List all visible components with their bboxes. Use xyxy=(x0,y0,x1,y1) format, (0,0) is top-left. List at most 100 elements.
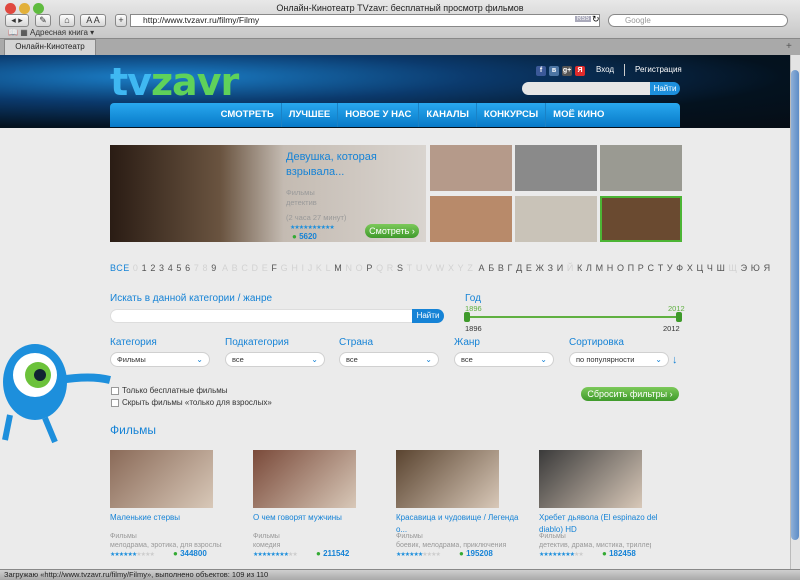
alpha-letter[interactable]: Е xyxy=(526,263,533,273)
text-size-button[interactable]: A A xyxy=(80,14,106,27)
carousel-thumb-active[interactable] xyxy=(600,196,682,242)
add-bookmark-icon[interactable]: + xyxy=(115,14,127,27)
back-forward-button[interactable]: ◂ ▸ xyxy=(5,14,29,27)
alpha-letter[interactable]: H xyxy=(291,263,298,273)
alpha-letter[interactable]: Ц xyxy=(697,263,704,273)
alpha-letter[interactable]: Т xyxy=(658,263,664,273)
filter-select[interactable]: по популярности ⌄ xyxy=(569,352,669,367)
sort-direction-icon[interactable]: ↓ xyxy=(672,354,678,366)
alpha-letter[interactable]: 0 xyxy=(133,263,139,273)
google-search-input[interactable]: Google xyxy=(608,14,788,27)
new-tab-icon[interactable]: + xyxy=(786,41,792,52)
alpha-letter[interactable]: 5 xyxy=(176,263,182,273)
movie-title[interactable]: О чем говорят мужчины xyxy=(253,512,388,524)
alpha-letter[interactable]: С xyxy=(648,263,655,273)
register-link[interactable]: Регистрация xyxy=(635,65,682,74)
movie-poster[interactable] xyxy=(253,450,356,508)
alpha-letter[interactable]: J xyxy=(308,263,313,273)
alpha-letter[interactable]: 2 xyxy=(150,263,156,273)
filter-select[interactable]: все ⌄ xyxy=(225,352,325,367)
alpha-letter[interactable]: E xyxy=(262,263,269,273)
alpha-letter[interactable]: Ю xyxy=(751,263,761,273)
alpha-letter[interactable]: Й xyxy=(567,263,574,273)
alpha-letter[interactable]: Р xyxy=(638,263,645,273)
filter-select[interactable]: все ⌄ xyxy=(454,352,554,367)
grid-icon[interactable]: ▦ xyxy=(20,28,28,37)
carousel-thumb[interactable] xyxy=(515,145,597,191)
alpha-letter[interactable]: Ш xyxy=(717,263,726,273)
nav-my-movies[interactable]: МОЁ КИНО xyxy=(546,103,611,127)
tab-active[interactable]: Онлайн-Кинотеатр TVzavr: бесп... xyxy=(4,39,96,65)
reload-icon[interactable]: ↻ xyxy=(592,14,600,25)
rss-badge[interactable]: RSS xyxy=(575,16,592,22)
alpha-letter[interactable]: Б xyxy=(488,263,494,273)
movie-poster[interactable] xyxy=(539,450,642,508)
facebook-icon[interactable]: f xyxy=(536,66,546,76)
year-slider-track[interactable] xyxy=(467,316,679,318)
year-slider-max-handle[interactable] xyxy=(676,312,682,322)
site-search-button[interactable]: Найти xyxy=(650,82,680,95)
alpha-letter[interactable]: 3 xyxy=(159,263,165,273)
alpha-letter[interactable]: 1 xyxy=(142,263,148,273)
alpha-letter[interactable]: Q xyxy=(376,263,384,273)
alpha-letter[interactable]: К xyxy=(577,263,583,273)
alpha-letter[interactable]: П xyxy=(628,263,635,273)
book-icon[interactable]: 📖 xyxy=(8,28,18,37)
alpha-letter[interactable]: W xyxy=(436,263,445,273)
google-plus-icon[interactable]: g+ xyxy=(562,66,572,76)
site-logo[interactable]: tvzavr xyxy=(110,60,239,104)
address-book-link[interactable]: Адресная книга ▾ xyxy=(30,28,94,37)
login-link[interactable]: Вход xyxy=(596,65,614,74)
hero-title[interactable]: Девушка, которая взрывала... xyxy=(286,150,421,180)
nav-best[interactable]: ЛУЧШЕЕ xyxy=(282,103,339,127)
category-search-button[interactable]: Найти xyxy=(412,309,444,323)
alpha-letter[interactable]: N xyxy=(345,263,352,273)
alpha-letter[interactable]: И xyxy=(557,263,564,273)
alpha-letter[interactable]: Y xyxy=(458,263,465,273)
alpha-letter[interactable]: У xyxy=(667,263,673,273)
alpha-letter[interactable]: 8 xyxy=(203,263,209,273)
nav-contests[interactable]: КОНКУРСЫ xyxy=(477,103,547,127)
alpha-letter[interactable]: Ж xyxy=(536,263,545,273)
filter-select[interactable]: Фильмы ⌄ xyxy=(110,352,210,367)
alpha-letter[interactable]: U xyxy=(416,263,423,273)
site-search-input[interactable] xyxy=(522,82,650,95)
alpha-all[interactable]: ВСЕ xyxy=(110,263,130,273)
carousel-thumb[interactable] xyxy=(515,196,597,242)
scrollbar-thumb[interactable] xyxy=(791,70,799,540)
alpha-letter[interactable]: T xyxy=(407,263,413,273)
hide-adult-label[interactable]: Скрыть фильмы «только для взрослых» xyxy=(122,398,272,407)
alpha-letter[interactable]: B xyxy=(232,263,239,273)
yandex-icon[interactable]: Я xyxy=(575,66,585,76)
year-slider-min-handle[interactable] xyxy=(464,312,470,322)
alpha-letter[interactable]: A xyxy=(222,263,229,273)
alpha-letter[interactable]: 7 xyxy=(194,263,200,273)
alpha-letter[interactable]: Л xyxy=(586,263,592,273)
alpha-letter[interactable]: А xyxy=(479,263,486,273)
nav-channels[interactable]: КАНАЛЫ xyxy=(419,103,477,127)
carousel-thumb[interactable] xyxy=(600,145,682,191)
watch-button[interactable]: Смотреть › xyxy=(365,224,419,238)
alpha-letter[interactable]: G xyxy=(281,263,289,273)
address-bar[interactable]: http://www.tvzavr.ru/filmy/Filmy xyxy=(130,14,600,27)
alpha-letter[interactable]: O xyxy=(356,263,364,273)
alpha-letter[interactable]: 4 xyxy=(168,263,174,273)
alpha-letter[interactable]: D xyxy=(252,263,259,273)
alpha-letter[interactable]: M xyxy=(334,263,342,273)
reset-filters-button[interactable]: Сбросить фильтры › xyxy=(581,387,679,401)
nav-new[interactable]: НОВОЕ У НАС xyxy=(338,103,420,127)
alpha-letter[interactable]: S xyxy=(397,263,404,273)
alpha-letter[interactable]: X xyxy=(448,263,455,273)
alpha-letter[interactable]: Z xyxy=(467,263,473,273)
alpha-letter[interactable]: Щ xyxy=(729,263,738,273)
movie-title[interactable]: Маленькие стервы xyxy=(110,512,245,524)
alpha-letter[interactable]: R xyxy=(387,263,394,273)
edit-icon[interactable]: ✎ xyxy=(35,14,51,27)
alpha-letter[interactable]: Ч xyxy=(707,263,714,273)
carousel-thumb[interactable] xyxy=(430,145,512,191)
category-search-input[interactable] xyxy=(110,309,413,323)
alpha-letter[interactable]: C xyxy=(241,263,248,273)
home-icon[interactable]: ⌂ xyxy=(59,14,75,27)
free-only-label[interactable]: Только бесплатные фильмы xyxy=(122,386,228,395)
alpha-letter[interactable]: О xyxy=(617,263,625,273)
